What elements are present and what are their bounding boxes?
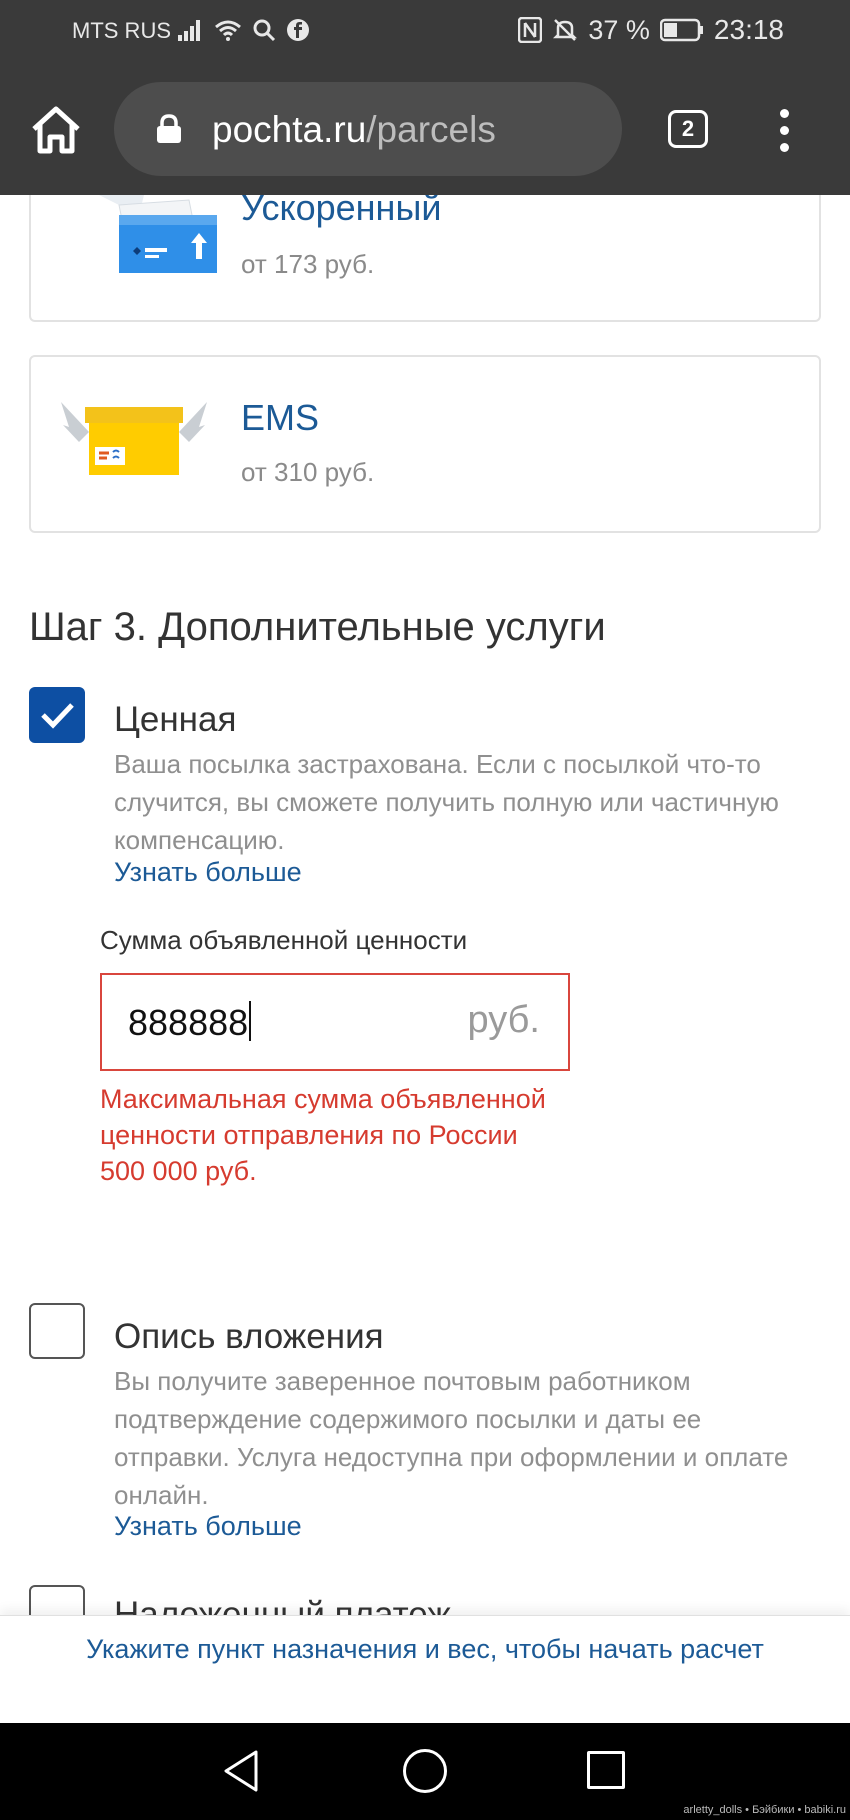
browser-toolbar: pochta.ru/parcels 2 [0,64,850,195]
nfc-icon [518,17,543,43]
battery-percent: 37 % [588,14,650,45]
home-icon[interactable] [30,105,82,155]
wifi-icon [215,20,241,41]
page-content: Ускоренный от 173 руб. EMS от 310 руб. Ш… [0,195,850,1615]
tab-switcher-button[interactable]: 2 [668,110,708,148]
check-icon [41,703,74,729]
address-bar[interactable]: pochta.ru/parcels [114,82,622,176]
signal-icon [178,20,200,41]
back-icon[interactable] [222,1749,260,1793]
valuable-learn-more-link[interactable]: Узнать больше [114,857,302,888]
option-price: от 310 руб. [241,457,375,487]
express-parcel-icon [99,195,217,273]
inventory-title: Опись вложения [114,1317,384,1356]
banner-text: Укажите пункт назначения и вес, чтобы на… [86,1634,764,1664]
valuable-title: Ценная [114,700,237,739]
declared-value-error: Максимальная сумма объявленной ценности … [100,1084,546,1186]
url-path: /parcels [366,109,496,150]
inventory-checkbox[interactable] [29,1303,85,1359]
home-circle-icon[interactable] [403,1749,447,1793]
shipping-option-express[interactable]: Ускоренный от 173 руб. [29,195,821,322]
calculation-hint-banner: Укажите пункт назначения и вес, чтобы на… [0,1615,850,1724]
recent-apps-icon[interactable] [587,1751,625,1789]
overflow-menu-icon[interactable] [772,109,796,153]
url-host: pochta.ru [212,109,367,150]
declared-value-label: Сумма объявленной ценности [100,925,468,955]
shipping-option-ems[interactable]: EMS от 310 руб. [29,355,821,533]
valuable-checkbox[interactable] [29,687,85,743]
step-3-heading: Шаг 3. Дополнительные услуги [29,605,606,649]
declared-value-number: 888888 [128,1002,249,1043]
inventory-description: Вы получите заверенное почтовым работник… [114,1366,789,1510]
search-icon [253,19,276,42]
cod-title: Наложенный платеж [114,1595,451,1615]
declared-value-text: 888888 [128,1001,252,1044]
lock-icon [157,114,181,143]
option-title: EMS [241,397,320,438]
status-icons-right: 37 % 23:18 [518,14,784,46]
option-price: от 173 руб. [241,249,375,279]
option-title: Ускоренный [241,195,442,228]
currency-suffix: руб. [467,999,540,1041]
url-text: pochta.ru/parcels [212,109,496,151]
mute-icon [553,19,578,41]
text-caret [249,1001,252,1041]
ems-box-icon [61,402,207,475]
battery-icon [659,18,703,42]
status-bar: MTS RUS 37 % 23:18 [0,0,850,64]
watermark: arletty_dolls • Бэйбики • babiki.ru [683,1804,846,1816]
cod-checkbox[interactable] [29,1585,85,1615]
status-icons-left [178,18,310,42]
carrier-label: MTS RUS [72,18,171,43]
valuable-description: Ваша посылка застрахована. Если с посылк… [114,749,779,855]
facebook-icon [287,19,309,41]
system-nav-bar: arletty_dolls • Бэйбики • babiki.ru [0,1723,850,1820]
declared-value-input[interactable]: 888888 руб. [100,973,570,1071]
clock: 23:18 [713,14,784,45]
inventory-learn-more-link[interactable]: Узнать больше [114,1511,302,1542]
